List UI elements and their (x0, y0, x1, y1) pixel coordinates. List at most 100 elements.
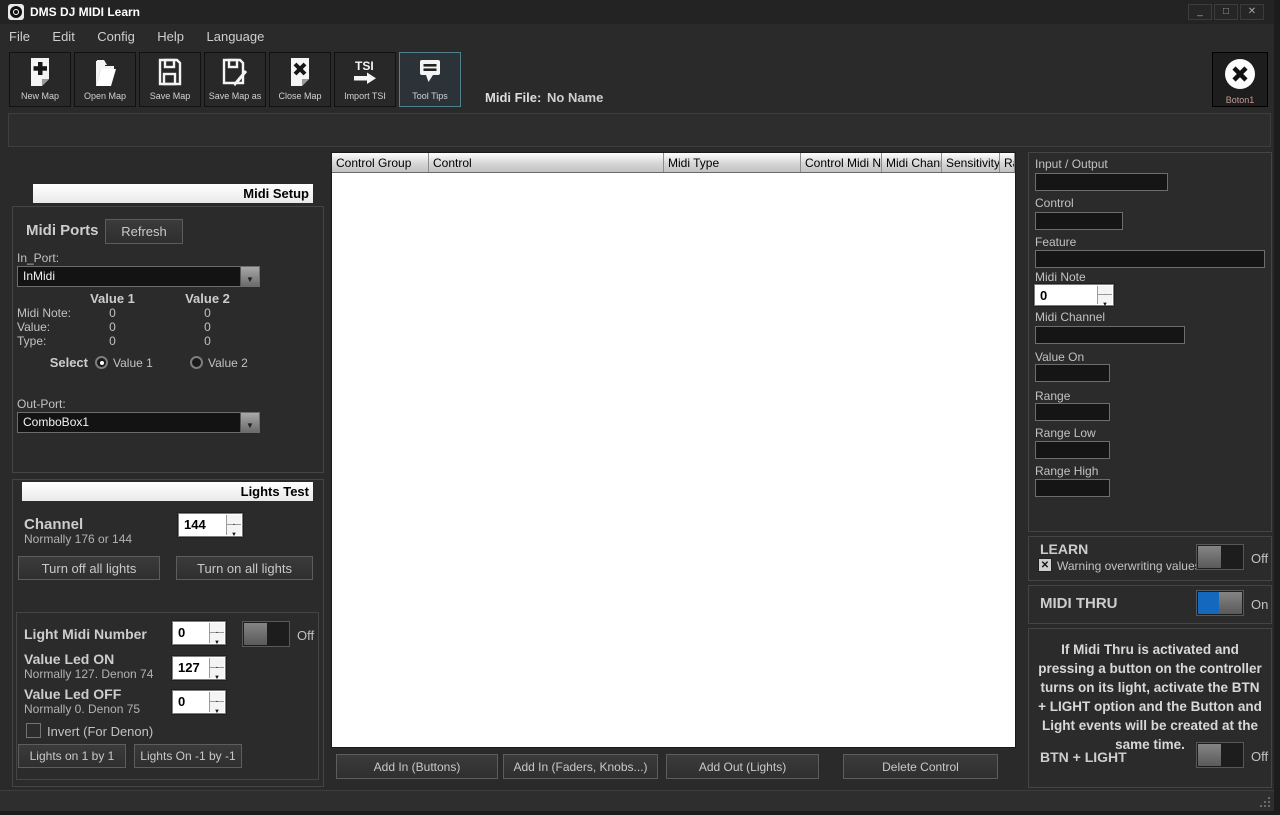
spin-up-icon (210, 658, 224, 668)
refresh-button[interactable]: Refresh (105, 219, 183, 244)
col-control[interactable]: Control (429, 153, 664, 172)
in-port-combobox[interactable]: InMidi (17, 266, 260, 289)
boton1-label: Boton1 (1225, 95, 1255, 105)
input-output-field[interactable] (1035, 173, 1168, 191)
value2-radio[interactable] (190, 356, 203, 369)
btn-light-toggle[interactable] (1196, 742, 1244, 768)
midi-channel-field[interactable] (1035, 326, 1185, 344)
menu-edit[interactable]: Edit (43, 24, 83, 44)
value-led-off-spinner[interactable]: 0 (172, 690, 226, 714)
tsi-icon-text: TSI (355, 59, 374, 73)
boton1-button[interactable]: Boton1 (1212, 52, 1268, 107)
close-map-button[interactable]: Close Map (269, 52, 331, 107)
value-led-off-arrows[interactable] (209, 692, 224, 712)
type-row-label: Type: (17, 334, 47, 348)
value-row-label: Value: (17, 320, 51, 334)
control-label: Control (1035, 196, 1074, 210)
col-sensitivity[interactable]: Sensitivity (942, 153, 1000, 172)
boton1-x-icon (1213, 53, 1267, 95)
spin-down-icon (210, 702, 224, 712)
col-range[interactable]: Ra (1000, 153, 1015, 172)
invert-checkbox[interactable] (26, 723, 41, 738)
value-led-on-spinner[interactable]: 127 (172, 656, 226, 680)
value-led-on-arrows[interactable] (209, 658, 224, 678)
spin-down-icon (1098, 295, 1112, 304)
value1-radio[interactable] (95, 356, 108, 369)
feature-field[interactable] (1035, 250, 1265, 268)
value-led-on-value: 127 (178, 660, 200, 675)
out-port-chevron-down-icon[interactable] (240, 413, 259, 435)
range-field[interactable] (1035, 403, 1110, 421)
add-in-faders-button[interactable]: Add In (Faders, Knobs...) (503, 754, 658, 779)
learn-toggle-state: Off (1251, 551, 1269, 566)
channel-spinner-arrows[interactable] (226, 515, 241, 535)
lights-on-minus1-button[interactable]: Lights On -1 by -1 (134, 744, 242, 768)
col-midi-chann[interactable]: Midi Chann (882, 153, 942, 172)
midi-note-value: 0 (1040, 288, 1048, 303)
import-tsi-button[interactable]: TSI Import TSI (334, 52, 396, 107)
range-high-field[interactable] (1035, 479, 1110, 497)
light-toggle[interactable] (242, 621, 290, 647)
save-map-icon (140, 53, 200, 91)
window-title: DMS DJ MIDI Learn (30, 5, 141, 19)
menu-language[interactable]: Language (198, 24, 274, 44)
save-map-label: Save Map (149, 91, 191, 101)
col-midi-type[interactable]: Midi Type (664, 153, 801, 172)
col-control-group[interactable]: Control Group (332, 153, 429, 172)
col-control-midi-no[interactable]: Control Midi Nº (801, 153, 882, 172)
minimize-button[interactable]: _ (1188, 4, 1212, 20)
turn-on-all-lights-button[interactable]: Turn on all lights (176, 556, 313, 580)
resize-grip-icon[interactable] (1268, 805, 1270, 807)
lights-test-header: Lights Test (22, 482, 313, 501)
out-port-combobox[interactable]: ComboBox1 (17, 412, 260, 435)
turn-off-all-lights-button[interactable]: Turn off all lights (18, 556, 160, 580)
midi-file-label: Midi File: (485, 90, 542, 105)
control-table: Control Group Control Midi Type Control … (331, 152, 1016, 748)
light-midi-number-arrows[interactable] (209, 623, 224, 643)
in-port-chevron-down-icon[interactable] (240, 267, 259, 289)
midi-note-arrows[interactable] (1097, 286, 1112, 304)
value-led-on-note: Normally 127. Denon 74 (24, 667, 154, 681)
warning-checkbox[interactable]: ✕ (1038, 558, 1052, 572)
midi-thru-info-text: If Midi Thru is activated and pressing a… (1038, 642, 1262, 752)
range-high-label: Range High (1035, 464, 1099, 478)
channel-spinner[interactable]: 144 (178, 513, 243, 537)
tool-tips-button[interactable]: Tool Tips (399, 52, 461, 107)
feature-label: Feature (1035, 235, 1077, 249)
channel-value: 144 (184, 517, 206, 532)
add-in-buttons-button[interactable]: Add In (Buttons) (336, 754, 498, 779)
channel-label: Channel (24, 516, 84, 533)
out-port-label: Out-Port: (17, 397, 66, 411)
midi-note-spinner[interactable]: 0 (1034, 284, 1114, 306)
lights-on-1by1-button[interactable]: Lights on 1 by 1 (18, 744, 126, 768)
warning-checkbox-label: Warning overwriting values (1057, 559, 1201, 573)
delete-control-button[interactable]: Delete Control (843, 754, 998, 779)
maximize-button[interactable]: □ (1214, 4, 1238, 20)
close-button[interactable]: ✕ (1240, 4, 1264, 20)
app-record-icon (8, 4, 24, 20)
control-field[interactable] (1035, 212, 1123, 230)
range-low-field[interactable] (1035, 441, 1110, 459)
save-map-as-label: Save Map as (208, 91, 262, 101)
midi-channel-label: Midi Channel (1035, 310, 1106, 324)
learn-toggle[interactable] (1196, 544, 1244, 570)
menu-help[interactable]: Help (148, 24, 193, 44)
control-table-body[interactable] (332, 173, 1015, 747)
midi-thru-toggle[interactable] (1196, 590, 1244, 616)
midi-thru-toggle-state: On (1251, 597, 1269, 612)
add-out-lights-button[interactable]: Add Out (Lights) (666, 754, 819, 779)
midi-setup-header: Midi Setup (33, 184, 313, 203)
save-map-as-button[interactable]: Save Map as (204, 52, 266, 107)
menu-config[interactable]: Config (88, 24, 144, 44)
btn-light-toggle-state: Off (1251, 749, 1269, 764)
save-map-button[interactable]: Save Map (139, 52, 201, 107)
spin-up-icon (210, 692, 224, 702)
new-map-button[interactable]: New Map (9, 52, 71, 107)
value-on-field[interactable] (1035, 364, 1110, 382)
close-map-icon (270, 53, 330, 91)
open-map-button[interactable]: Open Map (74, 52, 136, 107)
light-midi-number-label: Light Midi Number (24, 626, 147, 642)
learn-title: LEARN (1040, 541, 1089, 557)
menu-file[interactable]: File (0, 24, 39, 44)
light-midi-number-spinner[interactable]: 0 (172, 621, 226, 645)
